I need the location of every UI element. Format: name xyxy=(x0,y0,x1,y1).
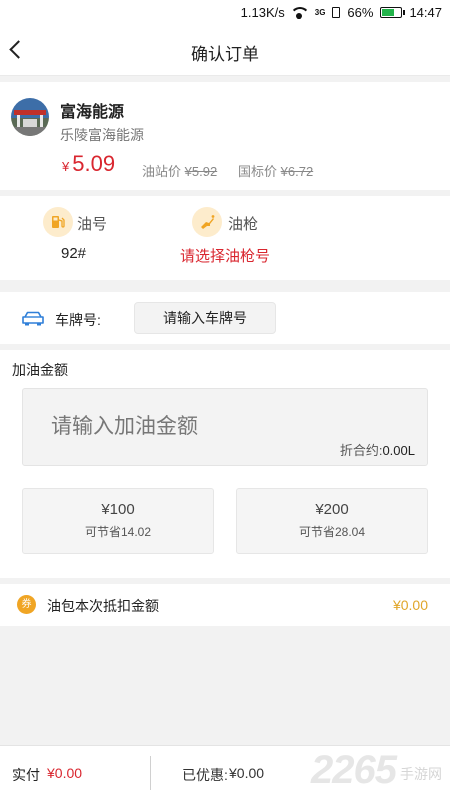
preset-amount: ¥200 xyxy=(315,501,349,518)
sim-icon xyxy=(332,7,341,18)
voucher-row[interactable]: 券 油包本次抵扣金额 ¥0.00 xyxy=(0,584,450,626)
nav-bar: 确认订单 xyxy=(0,26,450,76)
national-price-value: ¥6.72 xyxy=(280,164,314,179)
network-type: 3G xyxy=(314,8,326,17)
station-name: 富海能源 xyxy=(60,104,125,121)
page-title: 确认订单 xyxy=(191,45,259,64)
battery-percent: 66% xyxy=(347,5,374,20)
preset-amount: ¥100 xyxy=(101,501,135,518)
fuel-number-value[interactable]: 92# xyxy=(61,245,86,262)
price-currency: ¥ xyxy=(62,159,70,174)
preset-amount-button[interactable]: ¥200 可节省28.04 xyxy=(236,488,428,554)
amount-title: 加油金额 xyxy=(12,362,68,378)
station-price: 油站价 ¥5.92 xyxy=(142,161,217,180)
station-price-value: ¥5.92 xyxy=(184,164,218,179)
clock: 14:47 xyxy=(409,5,442,20)
national-price: 国标价 ¥6.72 xyxy=(238,161,313,180)
preset-saving: 可节省14.02 xyxy=(84,525,152,539)
bottom-bar: 实付 ¥0.00 已优惠: ¥0.00 2265 手游网 xyxy=(0,745,450,800)
conversion-value: 0.00L xyxy=(382,443,415,458)
station-avatar xyxy=(11,98,49,136)
car-icon xyxy=(21,311,45,331)
paid-label: 实付 xyxy=(12,767,40,783)
plate-label: 车牌号: xyxy=(55,312,101,328)
preset-saving: 可节省28.04 xyxy=(298,525,366,539)
member-price: ¥5.09 xyxy=(62,151,115,177)
coupon-icon: 券 xyxy=(17,595,36,614)
select-gun-link[interactable]: 请选择油枪号 xyxy=(180,245,270,266)
volume-conversion: 折合约:0.00L xyxy=(340,440,415,459)
fuel-gun-label: 油枪 xyxy=(228,216,259,233)
discount-label: 已优惠: xyxy=(182,767,228,783)
paid-amount: ¥0.00 xyxy=(47,765,83,781)
plate-input[interactable] xyxy=(134,302,276,334)
wifi-icon xyxy=(291,6,308,19)
voucher-label: 油包本次抵扣金额 xyxy=(47,598,159,614)
amount-box: 折合约:0.00L xyxy=(22,388,428,466)
watermark-number: 2265 xyxy=(311,748,397,792)
station-price-label: 油站价 xyxy=(142,164,182,179)
amount-card: 加油金额 折合约:0.00L ¥100 可节省14.02 ¥200 可节省28.… xyxy=(0,350,450,578)
watermark-logo: 2265 手游网 xyxy=(311,748,442,793)
station-subname: 乐陵富海能源 xyxy=(60,127,144,143)
fuel-card: 油号 92# 油枪 请选择油枪号 xyxy=(0,196,450,280)
fuel-number-label: 油号 xyxy=(77,216,108,233)
fuel-pump-icon xyxy=(43,207,73,237)
plate-card: 车牌号: xyxy=(0,292,450,344)
station-card: 富海能源 乐陵富海能源 ¥5.09 油站价 ¥5.92 国标价 ¥6.72 xyxy=(0,82,450,190)
discount-amount: ¥0.00 xyxy=(229,765,265,781)
battery-icon xyxy=(380,7,406,18)
network-speed: 1.13K/s xyxy=(240,5,285,20)
conversion-label: 折合约: xyxy=(339,443,383,458)
national-price-label: 国标价 xyxy=(238,164,278,179)
preset-amount-button[interactable]: ¥100 可节省14.02 xyxy=(22,488,214,554)
fuel-nozzle-icon xyxy=(192,207,222,237)
price-value: 5.09 xyxy=(72,151,116,176)
voucher-value: ¥0.00 xyxy=(392,597,428,613)
amount-input[interactable] xyxy=(51,411,311,443)
status-bar: 1.13K/s 3G 66% 14:47 xyxy=(0,0,450,26)
divider xyxy=(150,756,151,790)
watermark-text: 手游网 xyxy=(400,765,442,782)
